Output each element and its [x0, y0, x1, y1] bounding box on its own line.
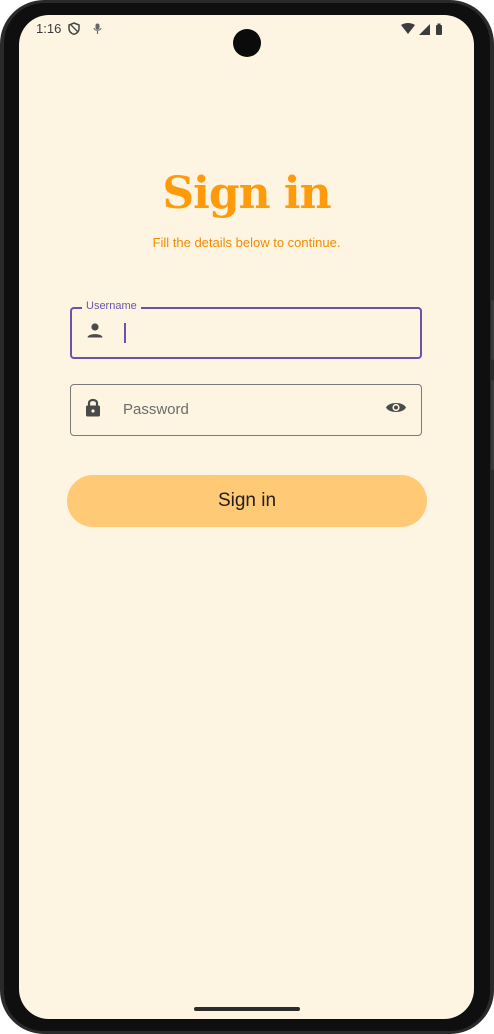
username-field[interactable]: Username: [70, 300, 422, 359]
page-subtitle: Fill the details below to continue.: [152, 235, 341, 250]
front-camera: [233, 29, 261, 57]
phone-frame: 1:16 Sign in Fill the details below to c…: [0, 0, 494, 1034]
home-indicator[interactable]: [194, 1007, 300, 1011]
password-placeholder: Password: [123, 401, 189, 418]
cell-signal-icon: [419, 24, 430, 35]
page-title: Sign in: [162, 168, 331, 219]
battery-icon: [436, 23, 442, 35]
shield-icon: [68, 22, 80, 40]
person-icon: [86, 323, 104, 344]
password-field[interactable]: Password: [70, 384, 422, 436]
status-icons: [400, 23, 446, 41]
mic-icon: [93, 22, 102, 40]
username-label: Username: [82, 300, 141, 312]
status-time: 1:16: [36, 21, 62, 36]
wifi-icon: [401, 23, 415, 34]
sign-in-button[interactable]: Sign in: [67, 475, 427, 527]
text-caret: [124, 323, 126, 343]
eye-icon[interactable]: [385, 401, 407, 420]
lock-icon: [85, 398, 101, 423]
app-screen: 1:16 Sign in Fill the details below to c…: [19, 15, 474, 1019]
